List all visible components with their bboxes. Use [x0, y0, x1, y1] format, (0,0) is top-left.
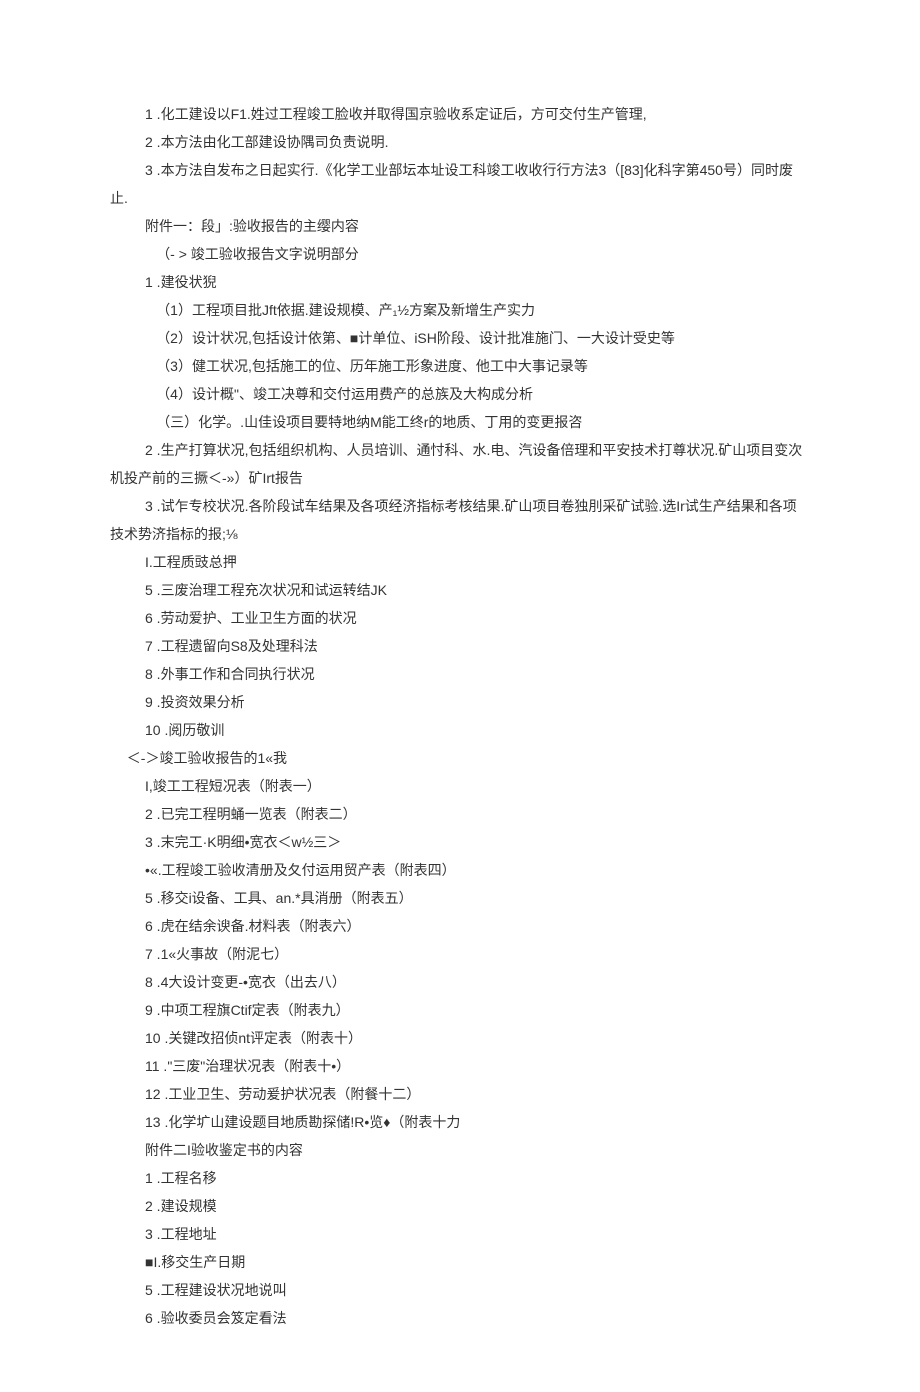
- text-line: I.工程质豉总押: [110, 548, 810, 576]
- text-line: 附件一：段」:验收报告的主缨内容: [110, 212, 810, 240]
- text-line: （三）化学。.山佳设项目要特地纳M能工终r的地质、丁用的变更报咨: [110, 408, 810, 436]
- text-line: 附件二I验收鉴定书的内容: [110, 1136, 810, 1164]
- text-line: 6 .劳动爱护、工业卫生方面的状况: [110, 604, 810, 632]
- text-line: （4）设计概"、竣工决尊和交付运用费产的总族及大构成分析: [110, 380, 810, 408]
- text-line: 7 .1«火事故（附泥七）: [110, 940, 810, 968]
- text-line: 3 .试乍专校状况.各阶段试车结果及各项经济指标考核结果.矿山项目卷独刖采矿试验…: [110, 492, 810, 548]
- text-line: ＜-＞竣工验收报告的1«我: [110, 744, 810, 772]
- text-line: 2 .生产打算状况,包括组织机构、人员培训、通忖科、水.电、汽设备倍理和平安技术…: [110, 436, 810, 492]
- text-line: 12 .工业卫生、劳动爰护状况表（附餐十二）: [110, 1080, 810, 1108]
- text-line: 6 .虎在结余谀备.材料表（附表六）: [110, 912, 810, 940]
- text-line: 2 .本方法由化工部建设协隅司负责说明.: [110, 128, 810, 156]
- text-line: 11 ."三废"治理状况表（附表十•）: [110, 1052, 810, 1080]
- text-line: 3 .末完工·K明细•宽衣＜w½三＞: [110, 828, 810, 856]
- text-line: 5 .工程建设状况地说叫: [110, 1276, 810, 1304]
- text-line: 5 .移交i设备、工具、an.*具消册（附表五）: [110, 884, 810, 912]
- text-line: 10 .阅历敬训: [110, 716, 810, 744]
- text-line: （- > 竣工验收报告文字说明部分: [110, 240, 810, 268]
- text-line: 5 .三废治理工程充次状况和试运转结JK: [110, 576, 810, 604]
- text-line: 2 .建设规模: [110, 1192, 810, 1220]
- text-line: 7 .工程遗留向S8及处理科法: [110, 632, 810, 660]
- text-line: 13 .化学圹山建设题目地质勘探储!R•览♦（附表十力: [110, 1108, 810, 1136]
- text-line: •«.工程竣工验收清册及夂付运用贸产表（附表四）: [110, 856, 810, 884]
- text-line: 9 .中项工程旗Ctif定表（附表九）: [110, 996, 810, 1024]
- text-line: （1）工程项目批Jft依据.建设规模、产₁½方案及新增生产实力: [110, 296, 810, 324]
- text-line: I,竣工工程短况表（附表一）: [110, 772, 810, 800]
- text-line: 3 .工程地址: [110, 1220, 810, 1248]
- text-line: ■I.移交生产日期: [110, 1248, 810, 1276]
- text-line: （2）设计状况,包括设计依第、■计单位、iSH阶段、设计批准施门、一大设计受史等: [110, 324, 810, 352]
- text-line: （3）健工状况,包括施工的位、历年施工形象进度、他工中大事记录等: [110, 352, 810, 380]
- text-line: 2 .已完工程明蛹一览表（附表二）: [110, 800, 810, 828]
- text-line: 9 .投资效果分析: [110, 688, 810, 716]
- text-line: 10 .关键改招侦nt评定表（附表十）: [110, 1024, 810, 1052]
- text-line: 8 .外事工作和合同执行状况: [110, 660, 810, 688]
- document-page: 1 .化工建设以F1.姓过工程竣工脸收并取得国京验收系定证后，方可交付生产管理,…: [0, 0, 920, 1392]
- text-line: 3 .本方法自发布之日起实行.《化学工业部坛本址设工科竣工收收行行方法3（[83…: [110, 156, 810, 212]
- text-line: 8 .4大设计变更-•宽衣（出去八）: [110, 968, 810, 996]
- text-line: 1 .化工建设以F1.姓过工程竣工脸收并取得国京验收系定证后，方可交付生产管理,: [110, 100, 810, 128]
- text-line: 1 .工程名移: [110, 1164, 810, 1192]
- text-line: 1 .建役状猊: [110, 268, 810, 296]
- text-line: 6 .验收委员会笈定看法: [110, 1304, 810, 1332]
